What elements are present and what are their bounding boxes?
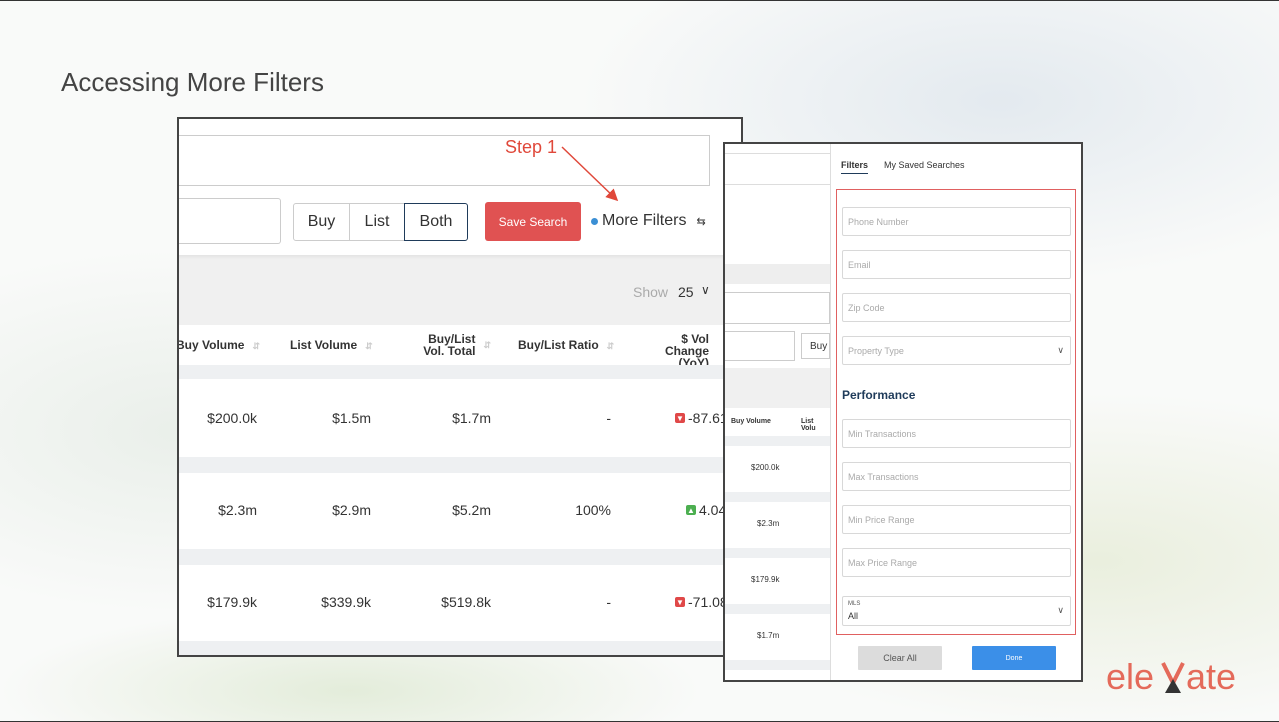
max-price-field[interactable]: Max Price Range xyxy=(842,548,1071,577)
row-divider xyxy=(725,604,830,614)
arrow-down-icon: ▼ xyxy=(675,597,685,607)
svg-text:ele: ele xyxy=(1106,656,1154,697)
property-type-label: Property Type xyxy=(848,345,904,356)
tab-saved-searches[interactable]: My Saved Searches xyxy=(884,160,965,170)
cell-buy-volume: $200.0k xyxy=(207,410,257,426)
col-list-volume: List Volu xyxy=(801,418,816,432)
toggle-both[interactable]: Both xyxy=(404,203,468,241)
row-divider xyxy=(179,641,741,655)
sort-icon: ⇵ xyxy=(365,341,373,351)
toolbar-band xyxy=(725,264,830,284)
toggle-buy[interactable]: Buy xyxy=(293,203,350,241)
screenshot-filters-panel: Buy Buy Volume List Volu $200.0k $2.3m $… xyxy=(723,142,1083,682)
cell-ratio: - xyxy=(606,594,611,610)
slide-title: Accessing More Filters xyxy=(61,67,324,97)
cell-total-volume: $5.2m xyxy=(452,502,491,518)
svg-text:ate: ate xyxy=(1186,656,1236,697)
toggle-buy: Buy xyxy=(801,333,830,359)
tab-filters[interactable]: Filters xyxy=(841,160,869,174)
sort-icon: ⇵ xyxy=(483,340,491,350)
cell-vol-change: ▼ -71.08 xyxy=(675,594,728,610)
cell-list-volume: $2.9m xyxy=(332,502,371,518)
show-label: Show xyxy=(633,284,669,300)
col-vol-change[interactable]: $ Vol Change (YoY) xyxy=(635,333,715,369)
col-list-volume[interactable]: List Volume ⇵ xyxy=(290,339,373,352)
chevron-down-icon[interactable]: ∨ xyxy=(701,283,710,297)
property-type-select[interactable]: Property Type ∨ xyxy=(842,336,1071,365)
col-buy-volume: Buy Volume xyxy=(731,418,771,425)
done-button[interactable]: Done xyxy=(972,646,1056,670)
search-input[interactable] xyxy=(179,198,281,244)
cell-total-volume: $519.8k xyxy=(441,594,491,610)
search-bar[interactable] xyxy=(179,135,710,186)
results-toolbar xyxy=(725,368,830,408)
row-divider xyxy=(179,549,741,565)
cell-ratio: - xyxy=(606,410,611,426)
cell-list-volume: $1.5m xyxy=(332,410,371,426)
row-divider xyxy=(725,492,830,502)
cell-list-volume: $339.9k xyxy=(321,594,371,610)
slide: Accessing More Filters Buy List Both Sav… xyxy=(0,0,1279,722)
col-total-volume[interactable]: Buy/List Vol. Total ⇵ xyxy=(405,333,491,357)
search-bar xyxy=(725,153,830,185)
cell-vol-change: ▼ -87.61 xyxy=(675,410,728,426)
sort-icon: ⇵ xyxy=(606,341,615,351)
row-divider xyxy=(725,548,830,558)
mls-select[interactable]: MLS All ∨ xyxy=(842,596,1071,626)
search-input xyxy=(725,331,795,361)
filters-panel: Filters My Saved Searches Phone Number E… xyxy=(830,144,1081,680)
search-input xyxy=(725,292,830,324)
zip-field[interactable]: Zip Code xyxy=(842,293,1071,322)
indicator-dot xyxy=(591,217,598,225)
more-filters-link[interactable]: More Filters ⇆ xyxy=(591,212,706,230)
toggle-list[interactable]: List xyxy=(349,203,405,241)
save-search-button[interactable]: Save Search xyxy=(485,202,581,241)
row-divider xyxy=(725,660,830,670)
cell-buy-volume: $200.0k xyxy=(751,463,780,472)
sort-icon: ⇵ xyxy=(252,341,261,351)
email-field[interactable]: Email xyxy=(842,250,1071,279)
row-divider xyxy=(725,436,830,446)
arrow-up-icon: ▲ xyxy=(686,505,696,515)
arrow-down-icon: ▼ xyxy=(675,413,685,423)
cell-ratio: 100% xyxy=(575,502,611,518)
cell-vol-change: ▲ 4.04 xyxy=(686,502,727,518)
chevron-down-icon: ∨ xyxy=(1057,345,1064,355)
mls-label: MLS xyxy=(848,601,861,607)
more-filters-label: More Filters xyxy=(602,212,687,229)
cell-total-volume: $1.7m xyxy=(452,410,491,426)
cell-buy-volume: $2.3m xyxy=(218,502,257,518)
screenshot-search-results: Buy List Both Save Search More Filters ⇆… xyxy=(177,117,743,657)
page-size-select[interactable]: 25 xyxy=(678,284,694,300)
clear-all-button[interactable]: Clear All xyxy=(858,646,942,670)
step-annotation: Step 1 xyxy=(505,137,558,157)
max-transactions-field[interactable]: Max Transactions xyxy=(842,462,1071,491)
cell-buy-volume: $179.9k xyxy=(751,575,780,584)
mls-value: All xyxy=(848,611,859,621)
col-ratio[interactable]: Buy/List Ratio ⇵ xyxy=(518,339,614,352)
background-page: Buy Buy Volume List Volu $200.0k $2.3m $… xyxy=(725,144,830,680)
swap-icon: ⇆ xyxy=(696,215,706,228)
row-divider xyxy=(179,457,741,473)
phone-field[interactable]: Phone Number xyxy=(842,207,1071,236)
cell-buy-volume: $1.7m xyxy=(757,631,780,640)
cell-buy-volume: $2.3m xyxy=(757,519,780,528)
min-price-field[interactable]: Min Price Range xyxy=(842,505,1071,534)
elevate-logo: ele ate xyxy=(1106,656,1236,697)
col-buy-volume[interactable]: Buy Volume ⇵ xyxy=(179,339,261,352)
row-divider xyxy=(179,365,741,379)
performance-heading: Performance xyxy=(842,388,916,402)
cell-buy-volume: $179.9k xyxy=(207,594,257,610)
chevron-down-icon: ∨ xyxy=(1057,605,1064,615)
min-transactions-field[interactable]: Min Transactions xyxy=(842,419,1071,448)
